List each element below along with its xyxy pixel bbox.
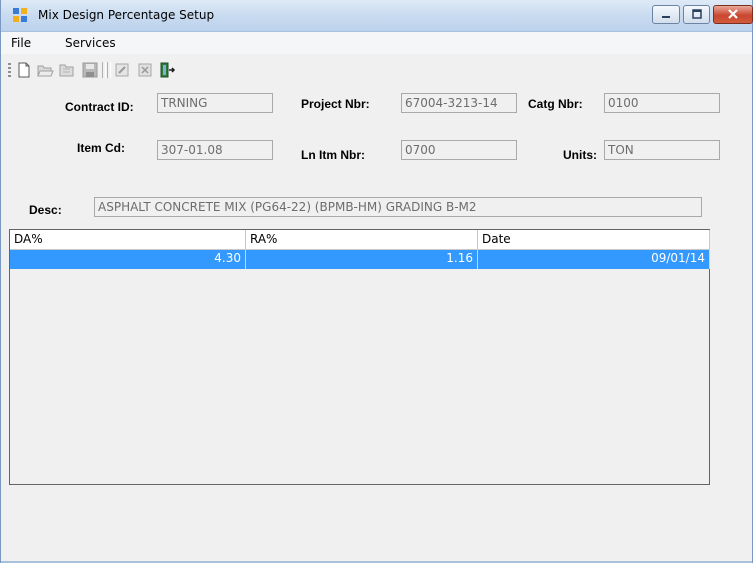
menu-file[interactable]: File [11, 36, 31, 50]
toolbar-separator [107, 62, 111, 78]
new-icon[interactable] [15, 61, 33, 79]
project-nbr-field[interactable]: 67004-3213-14 [401, 93, 517, 113]
desc-label: Desc: [29, 203, 62, 217]
edit-icon[interactable] [113, 61, 131, 79]
item-cd-field[interactable]: 307-01.08 [157, 140, 273, 160]
window-title: Mix Design Percentage Setup [38, 8, 215, 22]
column-header-date[interactable]: Date [478, 230, 710, 250]
table-row[interactable]: 4.30 1.16 09/01/14 [10, 250, 710, 269]
project-nbr-label: Project Nbr: [301, 97, 370, 111]
menu-bar: File Services [1, 32, 752, 54]
grid-header: DA% RA% Date [10, 230, 710, 250]
maximize-button[interactable] [683, 5, 710, 24]
ln-itm-nbr-label: Ln Itm Nbr: [301, 148, 365, 162]
contract-id-label: Contract ID: [65, 100, 134, 114]
cell-da[interactable]: 4.30 [10, 250, 246, 269]
save-icon[interactable] [81, 61, 99, 79]
item-cd-label: Item Cd: [77, 141, 125, 155]
column-header-ra[interactable]: RA% [246, 230, 478, 250]
desc-field[interactable]: ASPHALT CONCRETE MIX (PG64-22) (BPMB-HM)… [94, 197, 702, 217]
maximize-icon [691, 9, 702, 19]
column-header-da[interactable]: DA% [10, 230, 246, 250]
catg-nbr-label: Catg Nbr: [528, 97, 583, 111]
main-window: Mix Design Percentage Setup File Service… [0, 0, 753, 563]
folder-icon[interactable] [58, 61, 76, 79]
minimize-icon [662, 16, 670, 18]
toolbar [1, 55, 752, 85]
app-icon [13, 8, 27, 22]
cell-date[interactable]: 09/01/14 [478, 250, 710, 269]
toolbar-separator [102, 62, 106, 78]
units-label: Units: [563, 148, 597, 162]
minimize-button[interactable] [652, 5, 680, 24]
units-field[interactable]: TON [604, 140, 720, 160]
percentage-grid[interactable]: DA% RA% Date 4.30 1.16 09/01/14 [9, 229, 710, 485]
close-button[interactable] [713, 5, 753, 24]
ln-itm-nbr-field[interactable]: 0700 [401, 140, 517, 160]
contract-id-field[interactable]: TRNING [157, 93, 273, 113]
close-icon [728, 9, 738, 19]
exit-icon[interactable] [158, 61, 176, 79]
open-icon[interactable] [36, 61, 54, 79]
menu-services[interactable]: Services [65, 36, 116, 50]
toolbar-grip[interactable] [8, 63, 11, 79]
delete-icon[interactable] [136, 61, 154, 79]
catg-nbr-field[interactable]: 0100 [604, 93, 720, 113]
title-bar[interactable]: Mix Design Percentage Setup [1, 0, 753, 32]
cell-ra[interactable]: 1.16 [246, 250, 478, 269]
